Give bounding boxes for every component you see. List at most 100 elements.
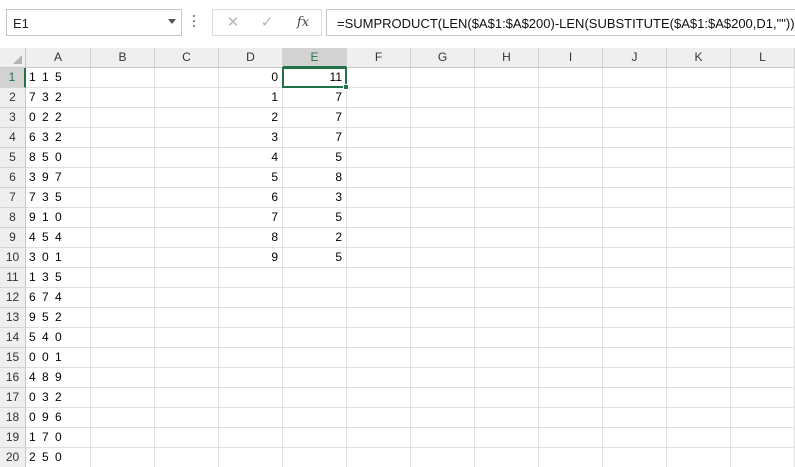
- cell-e16[interactable]: [283, 368, 347, 388]
- cell-b6[interactable]: [91, 168, 155, 188]
- formula-input[interactable]: =SUMPRODUCT(LEN($A$1:$A$200)-LEN(SUBSTIT…: [326, 9, 795, 36]
- cell-k9[interactable]: [667, 228, 731, 248]
- cell-k4[interactable]: [667, 128, 731, 148]
- cell-d11[interactable]: [219, 268, 283, 288]
- cell-c17[interactable]: [155, 388, 219, 408]
- cell-b1[interactable]: [91, 68, 155, 88]
- column-header[interactable]: A: [26, 48, 91, 68]
- row-header[interactable]: 18: [0, 408, 26, 428]
- cell-e12[interactable]: [283, 288, 347, 308]
- cell-j4[interactable]: [603, 128, 667, 148]
- chevron-down-icon[interactable]: [168, 19, 176, 24]
- cell-e8[interactable]: 5: [283, 208, 347, 228]
- column-header[interactable]: L: [731, 48, 795, 68]
- cell-j2[interactable]: [603, 88, 667, 108]
- cell-i5[interactable]: [539, 148, 603, 168]
- cell-f2[interactable]: [347, 88, 411, 108]
- insert-function-icon[interactable]: fx: [285, 10, 321, 35]
- cell-c14[interactable]: [155, 328, 219, 348]
- cell-i19[interactable]: [539, 428, 603, 448]
- cell-b18[interactable]: [91, 408, 155, 428]
- cell-l13[interactable]: [731, 308, 795, 328]
- cell-g1[interactable]: [411, 68, 475, 88]
- row-header[interactable]: 4: [0, 128, 26, 148]
- cell-c7[interactable]: [155, 188, 219, 208]
- cell-l19[interactable]: [731, 428, 795, 448]
- cell-i4[interactable]: [539, 128, 603, 148]
- cell-l9[interactable]: [731, 228, 795, 248]
- cell-g13[interactable]: [411, 308, 475, 328]
- row-header[interactable]: 17: [0, 388, 26, 408]
- cell-h4[interactable]: [475, 128, 539, 148]
- cell-g10[interactable]: [411, 248, 475, 268]
- cell-e18[interactable]: [283, 408, 347, 428]
- cell-l5[interactable]: [731, 148, 795, 168]
- row-header[interactable]: 16: [0, 368, 26, 388]
- cell-h20[interactable]: [475, 448, 539, 467]
- cell-c15[interactable]: [155, 348, 219, 368]
- cell-d16[interactable]: [219, 368, 283, 388]
- cell-h6[interactable]: [475, 168, 539, 188]
- cell-a12[interactable]: 6 7 4: [26, 288, 91, 308]
- cell-f14[interactable]: [347, 328, 411, 348]
- cell-b16[interactable]: [91, 368, 155, 388]
- cell-j15[interactable]: [603, 348, 667, 368]
- cell-h17[interactable]: [475, 388, 539, 408]
- cell-a4[interactable]: 6 3 2: [26, 128, 91, 148]
- cell-b8[interactable]: [91, 208, 155, 228]
- cell-i17[interactable]: [539, 388, 603, 408]
- cell-k20[interactable]: [667, 448, 731, 467]
- cell-f1[interactable]: [347, 68, 411, 88]
- cell-d20[interactable]: [219, 448, 283, 467]
- cell-j8[interactable]: [603, 208, 667, 228]
- cell-k7[interactable]: [667, 188, 731, 208]
- cell-f10[interactable]: [347, 248, 411, 268]
- cell-d3[interactable]: 2: [219, 108, 283, 128]
- cell-f9[interactable]: [347, 228, 411, 248]
- cell-a6[interactable]: 3 9 7: [26, 168, 91, 188]
- cell-c4[interactable]: [155, 128, 219, 148]
- cell-l16[interactable]: [731, 368, 795, 388]
- cell-a11[interactable]: 1 3 5: [26, 268, 91, 288]
- cell-l12[interactable]: [731, 288, 795, 308]
- cell-c6[interactable]: [155, 168, 219, 188]
- cell-a5[interactable]: 8 5 0: [26, 148, 91, 168]
- cell-a10[interactable]: 3 0 1: [26, 248, 91, 268]
- cell-k8[interactable]: [667, 208, 731, 228]
- cell-i9[interactable]: [539, 228, 603, 248]
- cell-b11[interactable]: [91, 268, 155, 288]
- cell-a2[interactable]: 7 3 2: [26, 88, 91, 108]
- cell-i2[interactable]: [539, 88, 603, 108]
- cell-i18[interactable]: [539, 408, 603, 428]
- cell-f12[interactable]: [347, 288, 411, 308]
- cell-e3[interactable]: 7: [283, 108, 347, 128]
- cell-a13[interactable]: 9 5 2: [26, 308, 91, 328]
- row-header[interactable]: 5: [0, 148, 26, 168]
- cell-i16[interactable]: [539, 368, 603, 388]
- cell-j18[interactable]: [603, 408, 667, 428]
- row-header[interactable]: 10: [0, 248, 26, 268]
- cell-h7[interactable]: [475, 188, 539, 208]
- cell-c1[interactable]: [155, 68, 219, 88]
- cell-k16[interactable]: [667, 368, 731, 388]
- cell-i1[interactable]: [539, 68, 603, 88]
- cell-b14[interactable]: [91, 328, 155, 348]
- cell-h12[interactable]: [475, 288, 539, 308]
- cell-f4[interactable]: [347, 128, 411, 148]
- cell-e13[interactable]: [283, 308, 347, 328]
- cell-g2[interactable]: [411, 88, 475, 108]
- cell-c5[interactable]: [155, 148, 219, 168]
- cell-l3[interactable]: [731, 108, 795, 128]
- row-header[interactable]: 9: [0, 228, 26, 248]
- cell-a14[interactable]: 5 4 0: [26, 328, 91, 348]
- cell-b5[interactable]: [91, 148, 155, 168]
- cell-d2[interactable]: 1: [219, 88, 283, 108]
- cell-b12[interactable]: [91, 288, 155, 308]
- cell-f5[interactable]: [347, 148, 411, 168]
- cell-d10[interactable]: 9: [219, 248, 283, 268]
- cell-k11[interactable]: [667, 268, 731, 288]
- cell-b4[interactable]: [91, 128, 155, 148]
- cell-f3[interactable]: [347, 108, 411, 128]
- cell-h10[interactable]: [475, 248, 539, 268]
- cell-d19[interactable]: [219, 428, 283, 448]
